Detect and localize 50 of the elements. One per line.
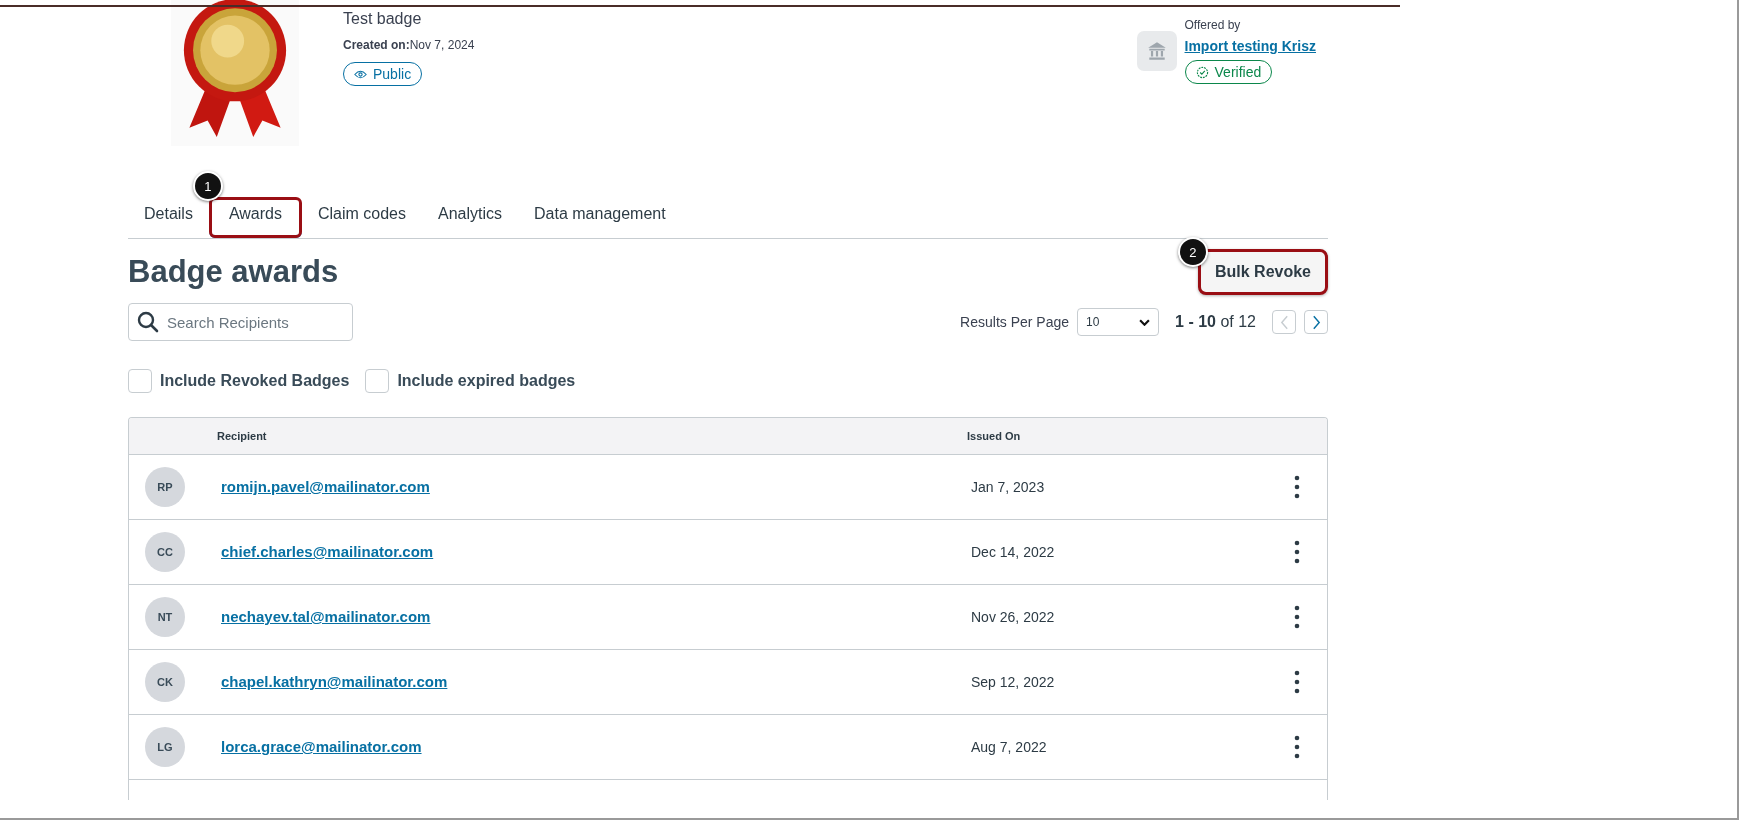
next-page-button[interactable]	[1304, 310, 1328, 334]
chevron-right-icon	[1311, 314, 1321, 330]
issued-date: Sep 12, 2022	[971, 674, 1056, 690]
recipient-link[interactable]: chief.charles@mailinator.com	[221, 543, 434, 560]
avatar: CK	[145, 662, 185, 702]
step-marker: 2	[1177, 237, 1208, 267]
checkbox[interactable]	[128, 369, 152, 393]
institution-icon	[1136, 31, 1177, 71]
issued-date: Jan 7, 2023	[971, 479, 1046, 495]
badge-name: Test badge	[343, 10, 423, 28]
search-field[interactable]: Search Recipients	[128, 303, 353, 341]
page-range: 1 - 10 of 12	[1175, 313, 1256, 331]
avatar: RP	[145, 467, 185, 507]
search-icon	[136, 310, 160, 334]
issued-date: Aug 7, 2022	[971, 739, 1048, 755]
offered-by-label: Offered by	[1184, 18, 1241, 32]
created-label: Created on:	[343, 38, 410, 52]
checkbox-label: Include expired badges	[397, 372, 576, 390]
avatar: LG	[145, 727, 185, 767]
verified-icon	[1195, 65, 1209, 79]
recipient-link[interactable]: chapel.kathryn@mailinator.com	[221, 673, 448, 690]
column-header: Recipient	[217, 430, 268, 442]
avatar: CC	[145, 532, 185, 572]
avatar: NT	[145, 597, 185, 637]
tab[interactable]: Awards	[208, 197, 302, 238]
results-per-page-label: Results Per Page	[960, 314, 1070, 330]
issued-date: Dec 14, 2022	[971, 544, 1056, 560]
recipient-link[interactable]: romijn.pavel@mailinator.com	[221, 478, 430, 495]
more-options-icon[interactable]	[1294, 605, 1300, 629]
column-header: Issued On	[967, 430, 1022, 442]
more-options-icon[interactable]	[1294, 670, 1300, 694]
created-date: Nov 7, 2024	[409, 38, 475, 52]
issued-date: Nov 26, 2022	[971, 609, 1056, 625]
bulk-revoke-button[interactable]: Bulk Revoke	[1197, 249, 1328, 295]
tab[interactable]: Analytics	[422, 197, 519, 238]
tab[interactable]: Claim codes	[301, 197, 422, 238]
more-options-icon[interactable]	[1294, 735, 1300, 759]
recipient-link[interactable]: nechayev.tal@mailinator.com	[221, 608, 431, 625]
more-options-icon[interactable]	[1294, 540, 1300, 564]
page-heading: Badge awards	[128, 254, 339, 290]
chevron-down-icon	[1139, 318, 1151, 326]
more-options-icon[interactable]	[1294, 475, 1300, 499]
chevron-left-icon	[1279, 314, 1289, 330]
checkbox-label: Include Revoked Badges	[160, 372, 350, 390]
recipient-link[interactable]: lorca.grace@mailinator.com	[221, 738, 422, 755]
checkbox[interactable]	[365, 369, 390, 393]
issuer-link[interactable]: Import testing Krisz	[1184, 38, 1316, 54]
step-marker: 1	[192, 171, 223, 201]
per-page-select[interactable]: 10	[1077, 308, 1160, 336]
tab[interactable]: Data management	[518, 197, 682, 238]
